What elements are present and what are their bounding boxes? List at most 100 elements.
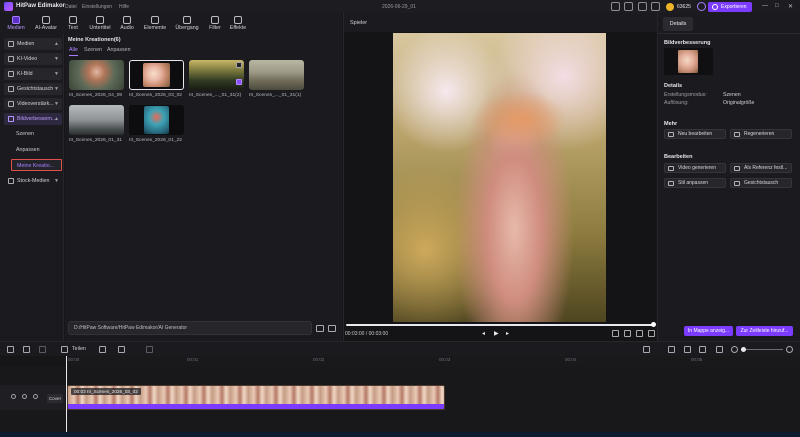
close-button[interactable]: ✕ (788, 3, 793, 10)
generate-video-button[interactable]: Video generieren (664, 163, 726, 173)
media-thumb[interactable] (129, 105, 184, 135)
tool-label: Audio (120, 25, 134, 31)
timeline-clip[interactable]: 00:03 III_Scenes_2026_03_02 (67, 385, 445, 410)
track-lock-icon[interactable] (11, 394, 16, 399)
subtitle-track-icon[interactable] (699, 346, 706, 353)
tool-subtitle[interactable]: Untertitel (86, 15, 114, 33)
progress-knob[interactable] (651, 322, 656, 327)
zoom-slider[interactable] (741, 347, 783, 352)
cover-button[interactable]: Cover (47, 394, 63, 403)
menu-file[interactable]: Datei (65, 4, 77, 10)
sidebar-sub-my-creations[interactable]: Meine Kreatio... (11, 159, 62, 171)
media-thumb[interactable] (249, 60, 304, 90)
playback-progress[interactable] (346, 322, 656, 327)
tool-elements[interactable]: Elemente (141, 15, 169, 33)
preview-image[interactable] (393, 33, 606, 322)
crop-icon[interactable] (99, 346, 106, 353)
folder-path-field[interactable]: D:/HitPaw Software/HitPaw Edimakor/AI Ge… (68, 321, 312, 335)
tool-text[interactable]: Text (59, 15, 87, 33)
media-thumb[interactable] (69, 60, 124, 90)
speed-icon[interactable] (118, 346, 125, 353)
ratio-icon[interactable] (636, 330, 643, 337)
snapshot-icon[interactable] (612, 330, 619, 337)
elements-icon (151, 16, 159, 24)
media-thumb[interactable] (189, 60, 244, 90)
sidebar-item-ai-image[interactable]: KI-Bild ▼ (4, 68, 62, 80)
edit-path-icon[interactable] (328, 325, 336, 332)
sidebar-item-face-swap[interactable]: Gesichtstausch ▼ (4, 83, 62, 95)
tool-media[interactable]: Medien (2, 15, 30, 35)
fullscreen-icon[interactable] (648, 330, 655, 337)
link-icon[interactable] (684, 346, 691, 353)
plus-icon[interactable] (697, 2, 706, 11)
re-edit-button[interactable]: Neu bearbeiten (664, 129, 726, 139)
snap-icon[interactable] (668, 346, 675, 353)
sidebar-sub-scenes[interactable]: Szenen (16, 131, 34, 137)
track-visibility-icon[interactable] (22, 394, 27, 399)
regenerate-button[interactable]: Regenerieren (730, 129, 792, 139)
coin-icon (666, 2, 674, 11)
maximize-button[interactable]: □ (775, 3, 779, 9)
track-mute-icon[interactable] (33, 394, 38, 399)
sidebar-item-label: Medien (17, 41, 35, 47)
sidebar-item-video-enhance[interactable]: Videoverstärk... ▼ (4, 98, 62, 110)
sidebar-item-stock[interactable]: Stock-Medien ▼ (4, 175, 62, 187)
filter-all[interactable]: Alle (69, 47, 78, 53)
menu-help[interactable]: Hilfe (119, 4, 129, 10)
tool-effects[interactable]: Effekte (224, 15, 252, 33)
tool-label: Untertitel (89, 25, 111, 31)
adjust-style-button[interactable]: Stil anpassen (664, 178, 726, 188)
folder-open-icon[interactable] (316, 325, 324, 332)
playhead[interactable] (66, 356, 67, 432)
minimize-button[interactable]: — (762, 3, 768, 9)
sidebar-sub-adjust[interactable]: Anpassen (16, 147, 40, 153)
delete-icon[interactable] (39, 346, 46, 353)
tab-details[interactable]: Details (663, 17, 693, 31)
tool-label: Medien (7, 25, 25, 31)
split-label[interactable]: Teilen (72, 346, 86, 352)
show-in-folder-button[interactable]: In Mappe anzeig... (684, 326, 733, 336)
folder-icon (8, 41, 14, 47)
media-thumb-selected[interactable] (129, 60, 184, 90)
previous-frame-icon[interactable]: ◂ (482, 330, 485, 337)
next-frame-icon[interactable]: ▸ (506, 330, 509, 337)
set-reference-button[interactable]: Als Referenz festl... (730, 163, 792, 173)
filter-scenes[interactable]: Szenen (84, 47, 102, 53)
sidebar-item-label: KI-Video (17, 56, 38, 62)
media-panel: Meine Kreationen(6) Alle Szenen Anpassen… (65, 34, 342, 341)
monitor-icon[interactable] (611, 2, 620, 11)
filter-underline (69, 55, 78, 56)
sidebar-item-media[interactable]: Medien ▲ (4, 38, 62, 50)
filter-adjust[interactable]: Anpassen (107, 47, 131, 53)
app-logo-icon (4, 2, 13, 11)
tool-transition[interactable]: Übergang (173, 15, 201, 33)
face-swap-button[interactable]: Gesichtstausch (730, 178, 792, 188)
play-icon[interactable]: ▶ (494, 330, 499, 337)
volume-icon[interactable] (624, 330, 631, 337)
sidebar-item-image-enhance[interactable]: Bildverbessern... ▲ (4, 113, 62, 125)
tool-ai-avatar[interactable]: AI-Avatar (32, 15, 60, 33)
menu-settings[interactable]: Einstellungen (82, 4, 112, 10)
add-to-timeline-button[interactable]: Zur Zeitleiste hinzuf... (736, 326, 793, 336)
sidebar-item-label: Videoverstärk... (17, 101, 54, 107)
timeline-ruler[interactable]: 00:00 00:01 00:02 00:03 00:04 00:05 (65, 356, 800, 366)
stock-icon (8, 178, 14, 184)
tool-label: AI-Avatar (35, 25, 57, 31)
main-toolbar: Medien AI-Avatar Text Untertitel Audio E… (0, 13, 342, 35)
media-thumb[interactable] (69, 105, 124, 135)
zoom-out-icon[interactable] (731, 346, 738, 353)
mail-icon[interactable] (638, 2, 647, 11)
undo-icon[interactable] (7, 346, 14, 353)
redo-icon[interactable] (23, 346, 30, 353)
freeze-icon[interactable] (146, 346, 153, 353)
export-button[interactable]: Exportieren (708, 2, 752, 12)
info-icon[interactable] (624, 2, 633, 11)
account-icon[interactable] (651, 2, 660, 11)
scissors-icon[interactable] (61, 346, 68, 353)
microphone-icon[interactable] (643, 346, 650, 353)
chevron-up-icon: ▲ (54, 116, 59, 122)
tool-audio[interactable]: Audio (113, 15, 141, 33)
fit-icon[interactable] (716, 346, 723, 353)
sidebar-item-ai-video[interactable]: KI-Video ▼ (4, 53, 62, 65)
zoom-in-icon[interactable] (786, 346, 793, 353)
